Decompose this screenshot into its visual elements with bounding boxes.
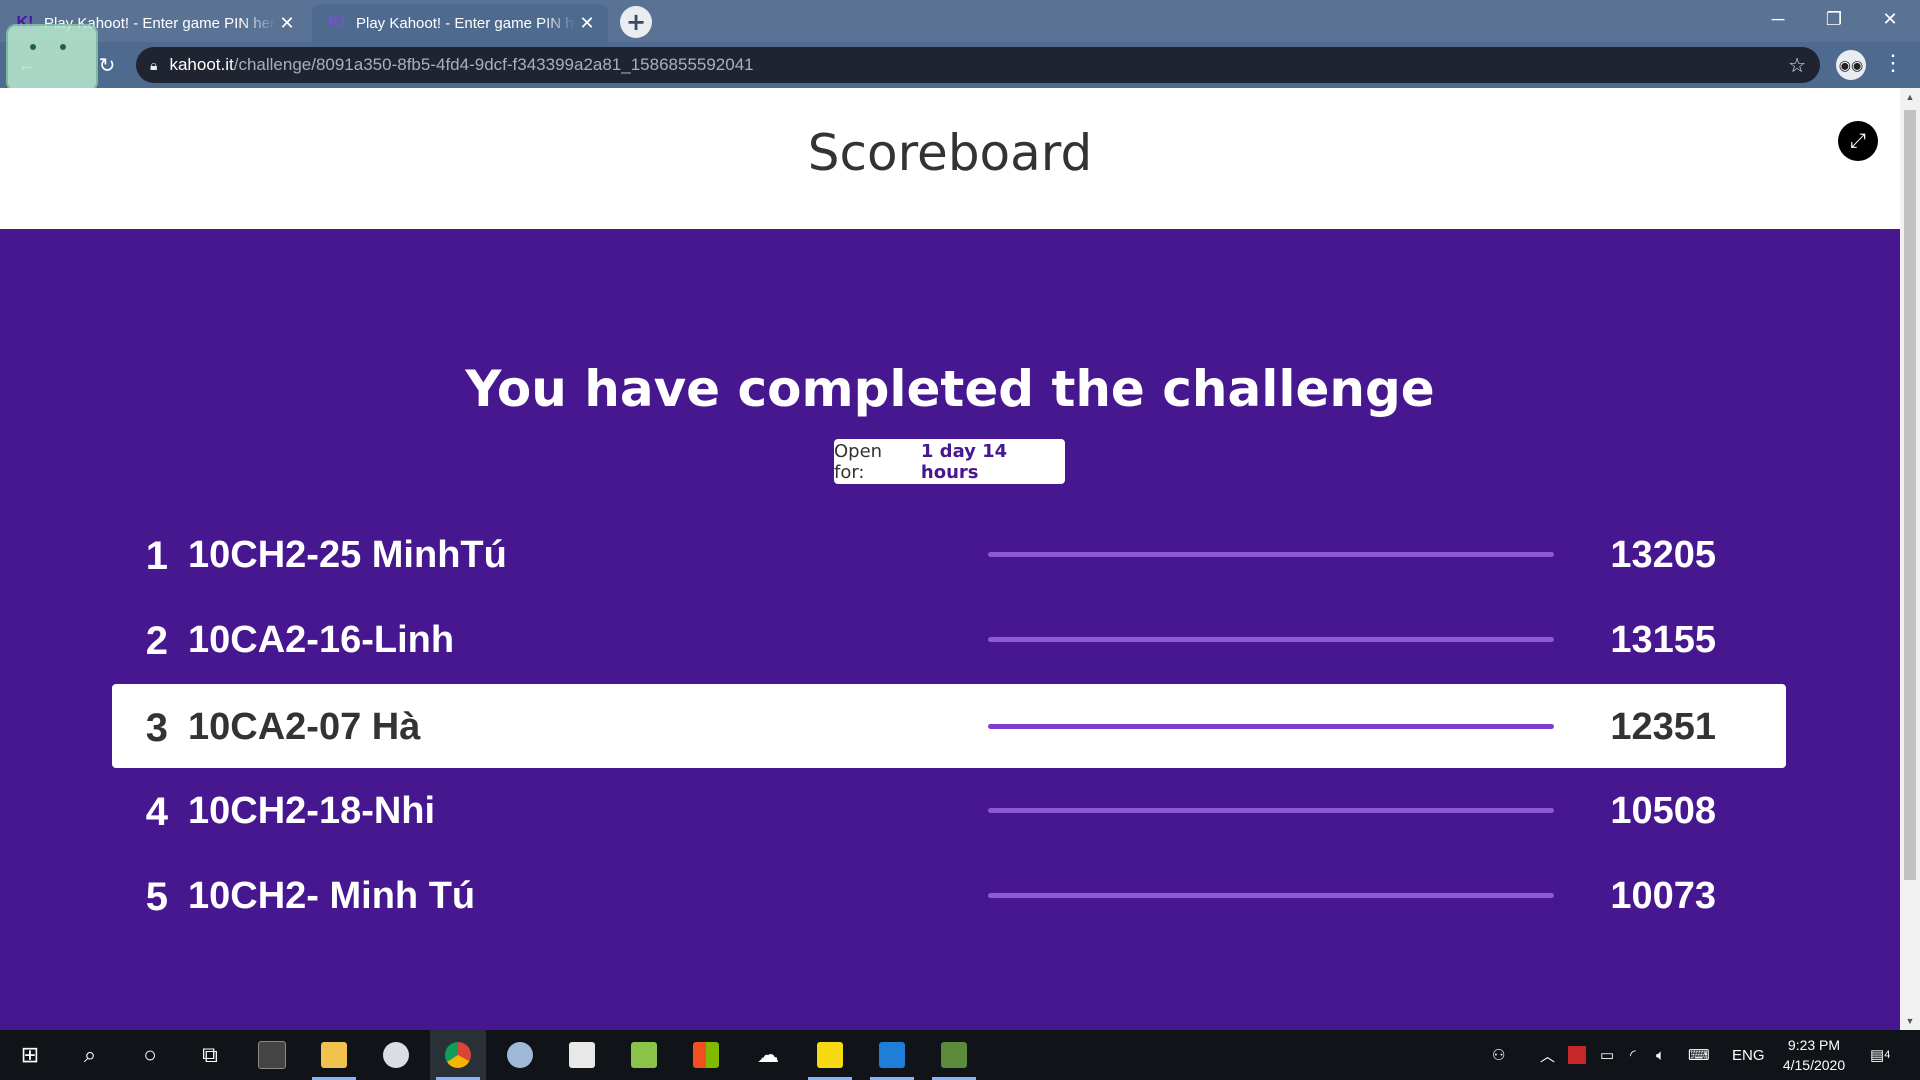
onedrive-icon[interactable]: ☁ [740,1030,796,1080]
page-title: Scoreboard [807,124,1093,182]
fullscreen-expand-button[interactable]: ⤢ [1838,121,1878,161]
calculator-icon[interactable] [244,1030,300,1080]
kahoot-favicon-icon: K! [328,14,346,31]
player-name: 10CH2-25 MinhTú [188,534,507,576]
paint-icon[interactable] [368,1030,424,1080]
player-score: 13155 [1610,619,1716,661]
cortana-icon[interactable]: ○ [122,1030,178,1080]
store-icon[interactable] [678,1030,734,1080]
url-path: /challenge/8091a350-8fb5-4fd4-9dcf-f3433… [233,55,754,74]
page-scrollbar[interactable]: ▲ ▼ [1900,88,1920,1030]
open-for-badge: Open for: 1 day 14 hours [834,439,1065,484]
scroll-down-icon[interactable]: ▼ [1900,1016,1920,1026]
incognito-icon[interactable]: ◉◉ [1836,50,1866,80]
snipping-tool-icon[interactable] [492,1030,548,1080]
tab-strip: K! Play Kahoot! - Enter game PIN here! ✕… [0,0,1920,42]
chrome-icon[interactable] [430,1030,486,1080]
kebab-menu-icon[interactable]: ⋮ [1882,50,1904,76]
close-window-icon[interactable]: ✕ [1862,0,1918,38]
scoreboard-row-current-player: 3 10CA2-07 Hà 12351 [112,684,1786,768]
player-name: 10CA2-07 Hà [188,706,421,748]
restore-icon[interactable]: ❐ [1806,0,1862,38]
player-score: 10508 [1610,790,1716,832]
keyboard-icon[interactable]: ⌨ [1688,1030,1710,1080]
battery-icon[interactable]: ▭ [1600,1030,1614,1080]
scoreboard-row: 2 10CA2-16-Linh 13155 [112,597,1786,681]
clock-date: 4/15/2020 [1782,1057,1846,1073]
score-bar [988,552,1554,557]
clock[interactable]: 9:23 PM 4/15/2020 [1768,1035,1860,1075]
clock-time: 9:23 PM [1787,1037,1841,1053]
sticky-notes-icon[interactable] [802,1030,858,1080]
photos-icon[interactable] [864,1030,920,1080]
task-view-icon[interactable]: ⧉ [182,1030,238,1080]
antivirus-icon[interactable] [1568,1030,1586,1080]
people-icon[interactable]: ⚇ [1492,1030,1505,1080]
score-bar [988,808,1554,813]
app-icon[interactable] [554,1030,610,1080]
open-for-value: 1 day 14 hours [920,440,1008,483]
score-bar [988,637,1554,642]
browser-toolbar: ← ↻ 🔒︎ kahoot.it /challenge/8091a350-8fb… [0,42,1920,88]
scroll-up-icon[interactable]: ▲ [1900,92,1920,102]
player-score: 10073 [1610,875,1716,917]
tray-overflow-icon[interactable]: ︿ [1540,1030,1555,1080]
wifi-icon[interactable]: ◜ [1630,1030,1636,1080]
volume-icon[interactable]: 🔈︎ [1656,1030,1665,1080]
close-tab-icon[interactable]: ✕ [576,13,598,34]
language-indicator[interactable]: ENG [1732,1030,1765,1080]
tab-kahoot-2[interactable]: K! Play Kahoot! - Enter game PIN here! ✕ [312,4,608,42]
bmo-sticker-icon [6,24,98,92]
address-bar[interactable]: 🔒︎ kahoot.it /challenge/8091a350-8fb5-4f… [136,47,1820,83]
minecraft-icon[interactable] [926,1030,982,1080]
rank-number: 1 [145,534,168,578]
results-panel: You have completed the challenge Open fo… [0,229,1900,1030]
notification-count: 4 [1884,1049,1891,1061]
minimize-icon[interactable]: ─ [1750,0,1806,38]
rank-number: 4 [145,790,168,834]
page-header: Scoreboard ⤢ [0,88,1900,229]
player-name: 10CA2-16-Linh [188,619,455,661]
scoreboard-row: 1 10CH2-25 MinhTú 13205 [112,512,1786,596]
player-name: 10CH2-18-Nhi [188,790,436,832]
completion-headline: You have completed the challenge [465,360,1435,418]
score-bar [988,724,1554,729]
url-host: kahoot.it [169,55,234,74]
rank-number: 2 [145,619,168,663]
rank-number: 5 [145,875,168,919]
lock-icon: 🔒︎ [150,56,158,73]
score-bar [988,893,1554,898]
scoreboard-row: 4 10CH2-18-Nhi 10508 [112,768,1786,852]
bookmark-star-icon[interactable]: ☆ [1788,53,1806,78]
tab-title: Play Kahoot! - Enter game PIN here! [356,14,576,32]
windows-taskbar: ⊞ ⌕ ○ ⧉ ☁ ⚇ ︿ ▭ ◜ 🔈︎ ⌨ ENG 9:23 PM 4/15/… [0,1030,1920,1080]
file-explorer-icon[interactable] [306,1030,362,1080]
close-tab-icon[interactable]: ✕ [276,13,298,34]
search-icon[interactable]: ⌕ [62,1030,118,1080]
player-name: 10CH2- Minh Tú [188,875,476,917]
start-icon[interactable]: ⊞ [2,1030,58,1080]
rank-number: 3 [145,706,168,750]
open-for-label: Open for: [834,440,883,483]
player-score: 13205 [1610,534,1716,576]
app-icon[interactable] [616,1030,672,1080]
notifications-icon[interactable]: ▤ 4 [1870,1030,1890,1080]
scrollbar-thumb[interactable] [1904,110,1916,880]
new-tab-button[interactable]: + [620,6,652,38]
scoreboard-row: 5 10CH2- Minh Tú 10073 [112,853,1786,937]
player-score: 12351 [1610,706,1716,748]
